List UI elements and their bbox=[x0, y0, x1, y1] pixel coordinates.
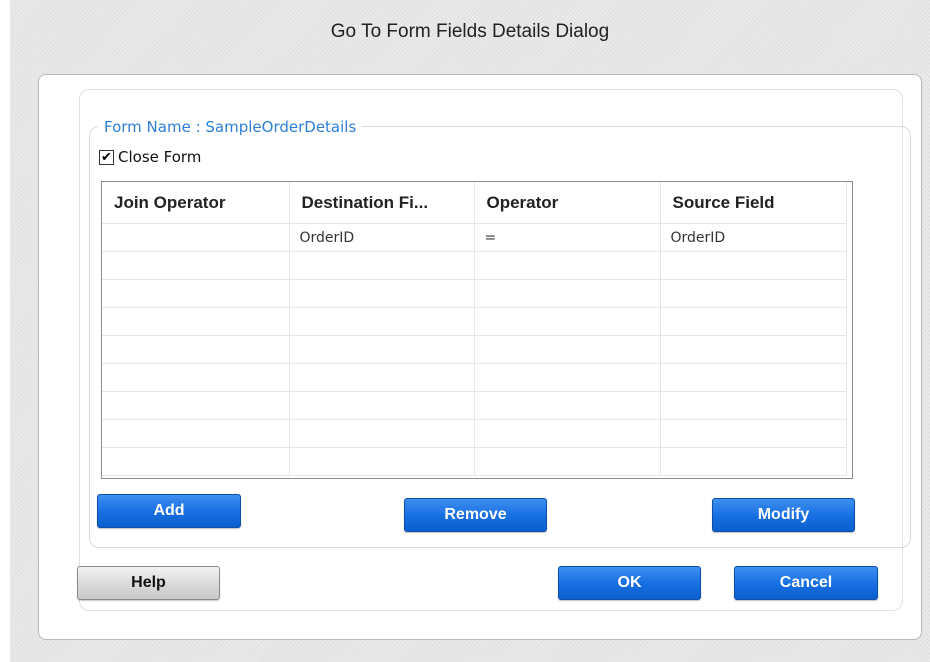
table-row[interactable] bbox=[102, 307, 847, 336]
close-form-label[interactable]: Close Form bbox=[118, 148, 201, 166]
cell-join-operator[interactable] bbox=[102, 335, 290, 364]
help-button[interactable]: Help bbox=[77, 566, 220, 600]
cell-destination-field[interactable] bbox=[289, 447, 475, 476]
cell-destination-field[interactable] bbox=[289, 307, 475, 336]
modify-button-label: Modify bbox=[757, 506, 810, 523]
cell-source-field[interactable] bbox=[660, 391, 847, 420]
cell-join-operator[interactable] bbox=[102, 307, 290, 336]
table-row[interactable]: OrderID = OrderID bbox=[102, 223, 847, 252]
cell-source-field[interactable] bbox=[660, 447, 847, 476]
table-row[interactable] bbox=[102, 391, 847, 420]
remove-button[interactable]: Remove bbox=[404, 498, 547, 532]
table-row[interactable] bbox=[102, 279, 847, 308]
cell-join-operator[interactable] bbox=[102, 391, 290, 420]
cell-destination-field[interactable] bbox=[289, 419, 475, 448]
cell-join-operator[interactable] bbox=[102, 363, 290, 392]
cell-join-operator[interactable] bbox=[102, 447, 290, 476]
cell-source-field[interactable] bbox=[660, 251, 847, 280]
table-row[interactable] bbox=[102, 419, 847, 448]
cell-operator[interactable] bbox=[474, 363, 661, 392]
add-button-label: Add bbox=[153, 502, 185, 519]
cell-operator[interactable] bbox=[474, 391, 661, 420]
form-name-label: Form Name : SampleOrderDetails bbox=[98, 118, 363, 136]
dialog-title-bar[interactable]: Go To Form Fields Details Dialog bbox=[10, 0, 930, 64]
dialog-window: Go To Form Fields Details Dialog Form Na… bbox=[10, 0, 930, 662]
cell-source-field[interactable]: OrderID bbox=[660, 223, 847, 252]
cell-source-field[interactable] bbox=[660, 307, 847, 336]
column-header-operator[interactable]: Operator bbox=[474, 182, 661, 224]
cell-destination-field[interactable] bbox=[289, 335, 475, 364]
field-mapping-grid[interactable]: Join Operator Destination Fi... Operator… bbox=[101, 181, 853, 479]
dialog-title: Go To Form Fields Details Dialog bbox=[330, 21, 610, 42]
field-mapping-table: Join Operator Destination Fi... Operator… bbox=[102, 182, 847, 476]
cell-operator[interactable] bbox=[474, 251, 661, 280]
cell-join-operator[interactable] bbox=[102, 223, 290, 252]
cell-operator[interactable] bbox=[474, 279, 661, 308]
ok-button-label: OK bbox=[617, 574, 642, 591]
close-form-option[interactable]: ✔ Close Form bbox=[99, 148, 201, 166]
ok-button[interactable]: OK bbox=[558, 566, 701, 600]
table-row[interactable] bbox=[102, 447, 847, 476]
cell-operator[interactable] bbox=[474, 335, 661, 364]
cell-operator[interactable] bbox=[474, 307, 661, 336]
cancel-button-label: Cancel bbox=[779, 574, 833, 591]
cell-operator[interactable]: = bbox=[474, 223, 661, 252]
grid-header-row: Join Operator Destination Fi... Operator… bbox=[102, 182, 847, 224]
add-button[interactable]: Add bbox=[97, 494, 241, 528]
cell-operator[interactable] bbox=[474, 419, 661, 448]
help-button-label: Help bbox=[131, 574, 166, 591]
cell-join-operator[interactable] bbox=[102, 419, 290, 448]
cell-source-field[interactable] bbox=[660, 363, 847, 392]
cell-join-operator[interactable] bbox=[102, 251, 290, 280]
table-row[interactable] bbox=[102, 251, 847, 280]
dialog-body: Form Name : SampleOrderDetails ✔ Close F… bbox=[38, 74, 922, 640]
remove-button-label: Remove bbox=[444, 506, 507, 523]
cell-destination-field[interactable] bbox=[289, 279, 475, 308]
cell-operator[interactable] bbox=[474, 447, 661, 476]
cell-join-operator[interactable] bbox=[102, 279, 290, 308]
table-row[interactable] bbox=[102, 363, 847, 392]
cell-destination-field[interactable]: OrderID bbox=[289, 223, 475, 252]
cell-destination-field[interactable] bbox=[289, 363, 475, 392]
close-form-checkbox[interactable]: ✔ bbox=[99, 149, 114, 165]
column-header-join-operator[interactable]: Join Operator bbox=[102, 182, 290, 224]
modify-button[interactable]: Modify bbox=[712, 498, 855, 532]
cell-source-field[interactable] bbox=[660, 419, 847, 448]
column-header-source-field[interactable]: Source Field bbox=[660, 182, 847, 224]
cell-source-field[interactable] bbox=[660, 335, 847, 364]
cell-destination-field[interactable] bbox=[289, 251, 475, 280]
column-header-destination-field[interactable]: Destination Fi... bbox=[289, 182, 475, 224]
cancel-button[interactable]: Cancel bbox=[734, 566, 878, 600]
table-row[interactable] bbox=[102, 335, 847, 364]
cell-source-field[interactable] bbox=[660, 279, 847, 308]
cell-destination-field[interactable] bbox=[289, 391, 475, 420]
